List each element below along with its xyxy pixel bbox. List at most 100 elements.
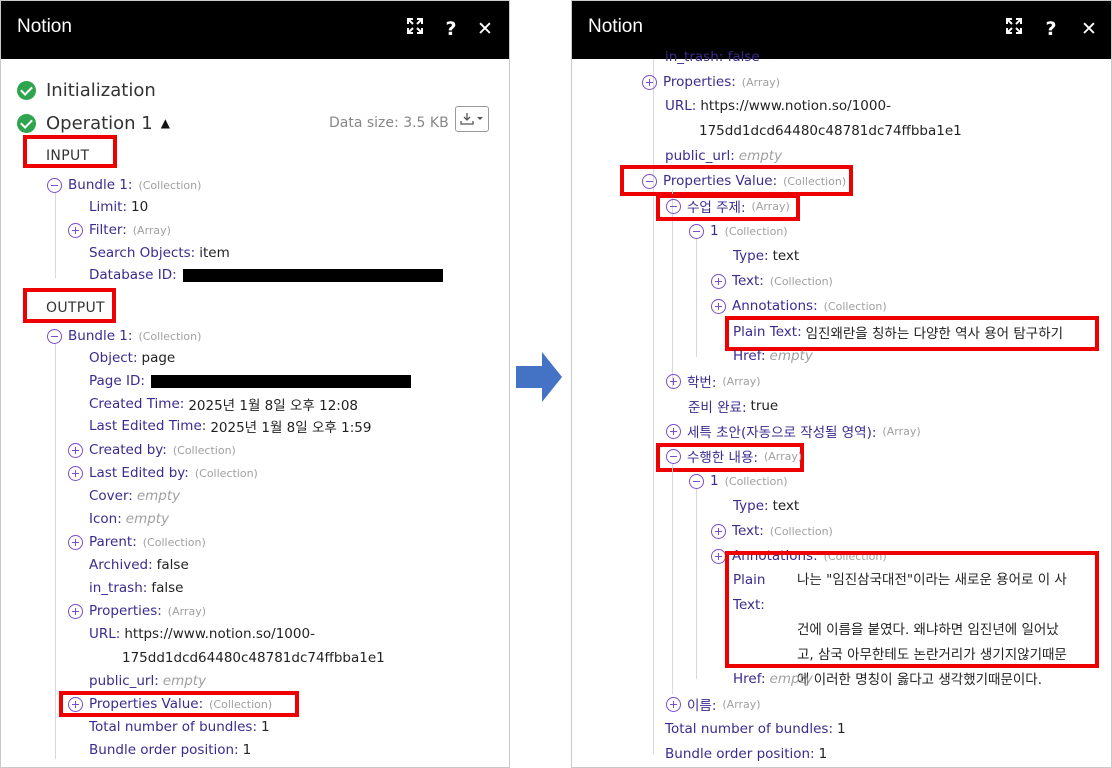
total-row: Total number of bundles: 1 — [665, 718, 846, 740]
output-parent-row[interactable]: Parent: (Collection) — [68, 531, 206, 553]
input-label: INPUT — [46, 148, 90, 164]
order-row: Bundle order position: 1 — [665, 743, 827, 765]
expand-node-icon[interactable] — [68, 603, 83, 619]
value: empty — [769, 348, 813, 364]
student-row[interactable]: 학번: (Array) — [666, 370, 761, 392]
close-icon[interactable]: ✕ — [1077, 15, 1101, 43]
right-header: Notion ? ✕ — [572, 1, 1111, 59]
key: Bundle order position: — [665, 746, 815, 762]
key: 학번: — [687, 375, 717, 391]
help-icon[interactable]: ? — [439, 15, 463, 43]
key: Search Objects: — [89, 245, 196, 261]
check-icon — [17, 113, 36, 133]
arrow-right-icon — [516, 352, 562, 402]
right-title: Notion — [588, 16, 643, 37]
expand-icon[interactable] — [1002, 15, 1026, 43]
key: Created by: — [89, 442, 167, 458]
output-bundle-row[interactable]: Bundle 1: (Collection) — [47, 325, 201, 347]
help-icon[interactable]: ? — [1039, 15, 1063, 43]
key: Href: — [733, 348, 766, 364]
collapse-icon[interactable] — [47, 177, 62, 193]
text-row[interactable]: Text: (Collection) — [711, 270, 833, 292]
key: Total number of bundles: — [89, 719, 257, 735]
type-tag: (Array) — [132, 223, 171, 237]
value-line: 나는 "임진삼국대전"이라는 새로운 용어로 이 사 — [797, 572, 1067, 588]
key: Page ID: — [89, 373, 145, 389]
item2-row[interactable]: 1 (Collection) — [689, 470, 788, 492]
name-row[interactable]: 이름: (Array) — [666, 693, 761, 715]
output-trash-row: in_trash: false — [89, 577, 183, 599]
expand-icon[interactable] — [403, 15, 427, 43]
type-tag: (Array) — [751, 199, 790, 213]
output-created-row: Created Time: 2025년 1월 8일 오후 12:08 — [89, 393, 358, 415]
value: 2025년 1월 8일 오후 12:08 — [188, 398, 359, 414]
collapse-icon[interactable] — [689, 473, 704, 489]
redacted-bar — [150, 374, 411, 388]
ann-row[interactable]: Annotations: (Collection) — [711, 295, 887, 317]
operation-row[interactable]: Operation 1 ▲ — [17, 110, 170, 136]
left-panel: Notion ? ✕ Initialization Operation 1 ▲ … — [0, 0, 510, 768]
check-icon — [17, 80, 36, 100]
output-editedby-row[interactable]: Last Edited by: (Collection) — [68, 462, 258, 484]
value: empty — [136, 488, 181, 504]
collapse-icon[interactable] — [666, 198, 681, 214]
value: false — [151, 580, 184, 596]
expand-node-icon[interactable] — [642, 74, 657, 90]
type2-row: Type: text — [733, 495, 799, 517]
close-icon[interactable]: ✕ — [473, 15, 497, 43]
value: true — [750, 398, 779, 414]
output-props-row[interactable]: Properties: (Array) — [68, 600, 206, 622]
input-filter-row[interactable]: Filter: (Array) — [68, 219, 171, 241]
expand-node-icon[interactable] — [711, 298, 726, 314]
output-archived-row: Archived: false — [89, 554, 189, 576]
expand-node-icon[interactable] — [68, 696, 83, 712]
key: 1 — [710, 473, 719, 489]
key: Icon: — [89, 511, 122, 527]
collapse-icon[interactable] — [689, 223, 704, 239]
type-tag: (Collection) — [209, 697, 273, 711]
expand-node-icon[interactable] — [68, 465, 83, 481]
topic-row[interactable]: 수업 주제: (Array) — [666, 195, 790, 217]
initialization-row[interactable]: Initialization — [17, 77, 156, 103]
key: Filter: — [89, 222, 127, 238]
output-cover-row: Cover: empty — [89, 485, 180, 507]
collapse-icon[interactable] — [47, 328, 62, 344]
expand-node-icon[interactable] — [666, 373, 681, 389]
expand-node-icon[interactable] — [68, 442, 83, 458]
output-label: OUTPUT — [46, 300, 105, 316]
type-tag: (Collection) — [823, 299, 887, 313]
collapse-icon[interactable] — [642, 173, 657, 189]
key: Type: — [733, 498, 769, 514]
value: 2025년 1월 8일 오후 1:59 — [210, 420, 372, 436]
expand-node-icon[interactable] — [711, 548, 726, 564]
type-tag: (Collection) — [783, 174, 847, 188]
input-bundle-row[interactable]: Bundle 1: (Collection) — [47, 174, 201, 196]
output-pv-row[interactable]: Properties Value: (Collection) — [68, 693, 272, 715]
download-icon — [460, 113, 483, 125]
draft-row[interactable]: 세특 초안(자동으로 작성될 영역): (Array) — [666, 420, 921, 442]
type-tag: (Array) — [722, 697, 761, 711]
key: Total number of bundles: — [665, 721, 833, 737]
output-edited-row: Last Edited Time: 2025년 1월 8일 오후 1:59 — [89, 415, 371, 437]
text2-row[interactable]: Text: (Collection) — [711, 520, 833, 542]
value: 임진왜란을 칭하는 다양한 역사 용어 탐구하기 — [805, 326, 1064, 342]
plain1-row: Plain Text: 임진왜란을 칭하는 다양한 역사 용어 탐구하기 — [733, 321, 1063, 343]
expand-node-icon[interactable] — [711, 273, 726, 289]
expand-node-icon[interactable] — [68, 534, 83, 550]
value-line: 건에 이름을 붙였다. 왜냐하면 임진년에 일어났 — [797, 622, 1059, 638]
value: https://www.notion.so/1000- — [124, 626, 315, 642]
key: 이름: — [687, 698, 717, 714]
value-line: 고, 삼국 아무한테도 논란거리가 생기지않기때문 — [797, 647, 1067, 663]
props-row[interactable]: Properties: (Array) — [642, 71, 780, 93]
href-row: Href: empty — [733, 345, 813, 367]
expand-node-icon[interactable] — [711, 523, 726, 539]
expand-node-icon[interactable] — [666, 696, 681, 712]
done-row[interactable]: 수행한 내용: (Array) — [666, 445, 802, 467]
expand-node-icon[interactable] — [666, 423, 681, 439]
download-button[interactable] — [455, 106, 489, 132]
caret-up-icon[interactable]: ▲ — [161, 116, 170, 130]
collapse-icon[interactable] — [666, 448, 681, 464]
item1-row[interactable]: 1 (Collection) — [689, 220, 788, 242]
expand-node-icon[interactable] — [68, 222, 83, 238]
output-createdby-row[interactable]: Created by: (Collection) — [68, 439, 236, 461]
